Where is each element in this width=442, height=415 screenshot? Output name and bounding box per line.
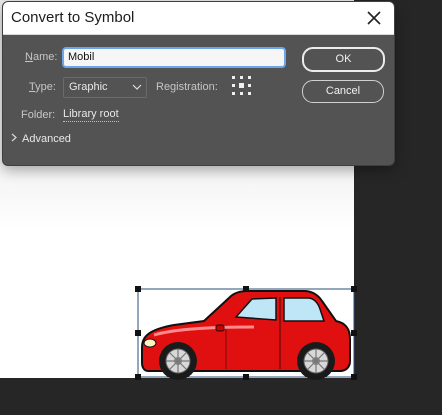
convert-to-symbol-dialog: Convert to Symbol Name: Mobil Type: Grap…	[2, 1, 395, 166]
chevron-down-icon	[132, 84, 142, 90]
registration-grid-icon[interactable]	[232, 76, 252, 96]
dialog-title: Convert to Symbol	[11, 9, 135, 26]
type-dropdown-value: Graphic	[69, 81, 108, 93]
cancel-button[interactable]: Cancel	[302, 80, 384, 103]
registration-label: Registration:	[156, 81, 218, 93]
advanced-toggle[interactable]: Advanced	[22, 133, 71, 145]
type-label: Type:	[29, 81, 56, 93]
dialog-titlebar: Convert to Symbol	[3, 2, 394, 35]
chevron-right-icon[interactable]	[10, 133, 18, 142]
car-graphic[interactable]	[134, 285, 360, 385]
folder-label: Folder:	[21, 109, 56, 121]
name-label: Name:	[25, 51, 58, 63]
close-icon	[367, 11, 381, 25]
ok-button[interactable]: OK	[302, 47, 385, 72]
name-input[interactable]: Mobil	[62, 47, 286, 68]
car-symbol-selection[interactable]	[134, 285, 360, 385]
folder-link[interactable]: Library root	[63, 108, 119, 122]
car-rear-wheel	[297, 342, 335, 380]
close-button[interactable]	[362, 6, 386, 30]
car-front-wheel	[159, 342, 197, 380]
type-dropdown[interactable]: Graphic	[63, 77, 147, 98]
